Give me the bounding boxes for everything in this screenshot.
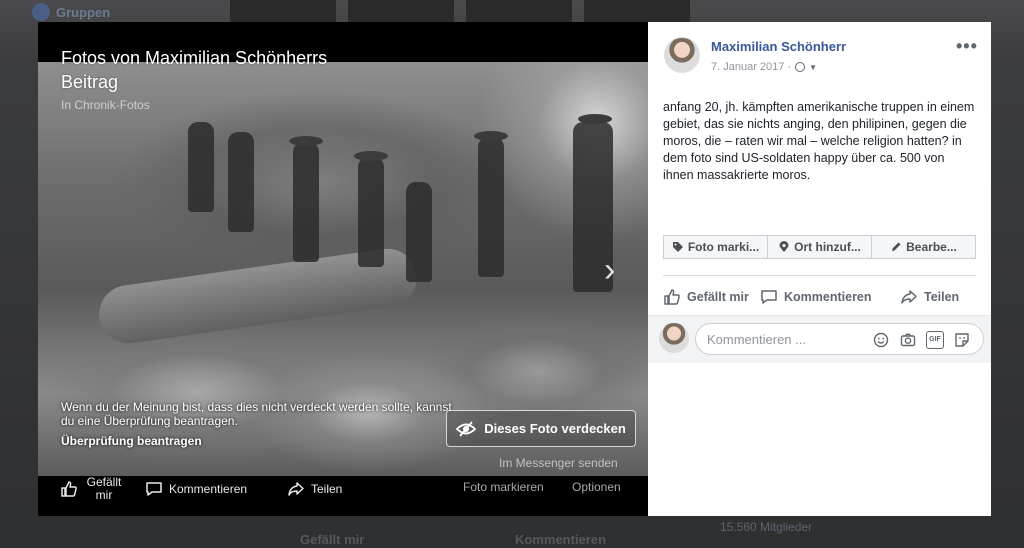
next-photo-button[interactable]: › <box>604 252 626 288</box>
theater-like-button[interactable]: Gefällt mir <box>60 476 124 502</box>
hide-photo-button[interactable]: Dieses Foto verdecken <box>446 410 636 447</box>
globe-icon <box>795 62 806 72</box>
viewer-avatar[interactable] <box>659 323 689 353</box>
author-avatar[interactable] <box>664 37 700 73</box>
theater-like-label: Gefällt mir <box>86 475 122 502</box>
theater-share-button[interactable]: Teilen <box>287 480 342 498</box>
photo-figure <box>188 122 214 212</box>
background-thumbnails <box>230 0 690 22</box>
thumbs-up-icon <box>664 289 680 305</box>
comment-label: Kommentieren <box>784 290 872 304</box>
groups-icon <box>32 3 50 21</box>
comment-icon <box>146 482 162 496</box>
members-count: 15.560 Mitglieder <box>720 520 813 534</box>
options-link[interactable]: Optionen <box>572 480 621 494</box>
photo-hat <box>474 131 508 141</box>
chevron-right-icon: › <box>604 251 616 289</box>
pencil-icon <box>892 242 901 251</box>
author-name[interactable]: Maximilian Schönherr <box>711 39 846 54</box>
background-like-button: Gefällt mir <box>300 532 365 547</box>
share-arrow-icon <box>288 482 304 496</box>
edit-button[interactable]: Bearbe... <box>872 235 976 259</box>
post-actions: Gefällt mir Kommentieren Teilen <box>663 275 976 315</box>
emoji-icon[interactable] <box>872 331 890 349</box>
post-text: anfang 20, jh. kämpften amerikanische tr… <box>663 100 975 182</box>
share-button[interactable]: Teilen <box>900 288 959 306</box>
comment-button[interactable]: Kommentieren <box>760 288 872 306</box>
theater-comment-button[interactable]: Kommentieren <box>145 480 247 498</box>
comment-input[interactable] <box>707 330 867 348</box>
photo-hat <box>354 151 388 161</box>
photo-figure <box>358 157 384 267</box>
more-dots-icon: ••• <box>956 36 978 56</box>
caret-down-icon[interactable]: ▼ <box>809 63 817 72</box>
gif-icon[interactable]: GIF <box>926 331 944 349</box>
thumbs-up-icon <box>61 481 77 497</box>
comment-tools: GIF <box>872 331 971 349</box>
theater-title: Fotos von Maximilian Schönherrs Beitrag <box>61 48 328 92</box>
theater-comment-label: Kommentieren <box>169 482 248 496</box>
share-arrow-icon <box>901 290 917 304</box>
like-label: Gefällt mir <box>687 290 749 304</box>
theater-bottom-bar: Gefällt mir Kommentieren Teilen Foto mar… <box>38 476 648 516</box>
add-location-label: Ort hinzuf... <box>794 240 861 254</box>
photo-figure <box>406 182 432 282</box>
request-review-link[interactable]: Überprüfung beantragen <box>61 434 202 448</box>
post-date: 7. Januar 2017 · ▼ <box>711 61 817 73</box>
theater-subtitle[interactable]: In Chronik-Fotos <box>61 98 150 112</box>
like-button[interactable]: Gefällt mir <box>663 288 749 306</box>
theater-share-label: Teilen <box>311 482 343 496</box>
photo-figure <box>228 132 254 232</box>
location-pin-icon <box>779 241 789 252</box>
tag-photo-label: Foto marki... <box>687 240 760 254</box>
photo-hat <box>578 114 612 124</box>
sticker-icon[interactable] <box>953 331 971 349</box>
photo-figure <box>478 137 504 277</box>
groups-label: Gruppen <box>56 4 111 20</box>
comment-box[interactable]: GIF <box>695 323 984 355</box>
post-side-panel: Maximilian Schönherr 7. Januar 2017 · ▼ … <box>648 22 991 516</box>
share-label: Teilen <box>924 290 960 304</box>
hide-photo-label: Dieses Foto verdecken <box>484 421 626 436</box>
background-comment-button: Kommentieren <box>515 532 607 547</box>
sensitive-content-notice: Wenn du der Meinung bist, dass dies nich… <box>61 400 452 428</box>
eye-slash-icon <box>456 420 477 437</box>
photo-hat <box>289 136 323 146</box>
more-options-button[interactable]: ••• <box>956 36 978 57</box>
send-in-messenger-link[interactable]: Im Messenger senden <box>499 456 618 470</box>
tag-photo-button[interactable]: Foto marki... <box>663 235 768 259</box>
photo-tools-row: Foto marki... Ort hinzuf... Bearbe... <box>663 235 976 259</box>
photo-theater: Fotos von Maximilian Schönherrs Beitrag … <box>38 22 648 516</box>
edit-label: Bearbe... <box>906 240 957 254</box>
photo-figure <box>293 142 319 262</box>
comment-icon <box>761 290 777 304</box>
tag-icon <box>672 242 683 252</box>
camera-icon[interactable] <box>899 331 917 349</box>
tag-photo-link[interactable]: Foto markieren <box>463 480 544 494</box>
comment-composer: GIF <box>648 315 991 363</box>
groups-nav-item[interactable]: Gruppen <box>32 3 110 21</box>
add-location-button[interactable]: Ort hinzuf... <box>768 235 872 259</box>
post-date-text[interactable]: 7. Januar 2017 · <box>711 61 791 73</box>
